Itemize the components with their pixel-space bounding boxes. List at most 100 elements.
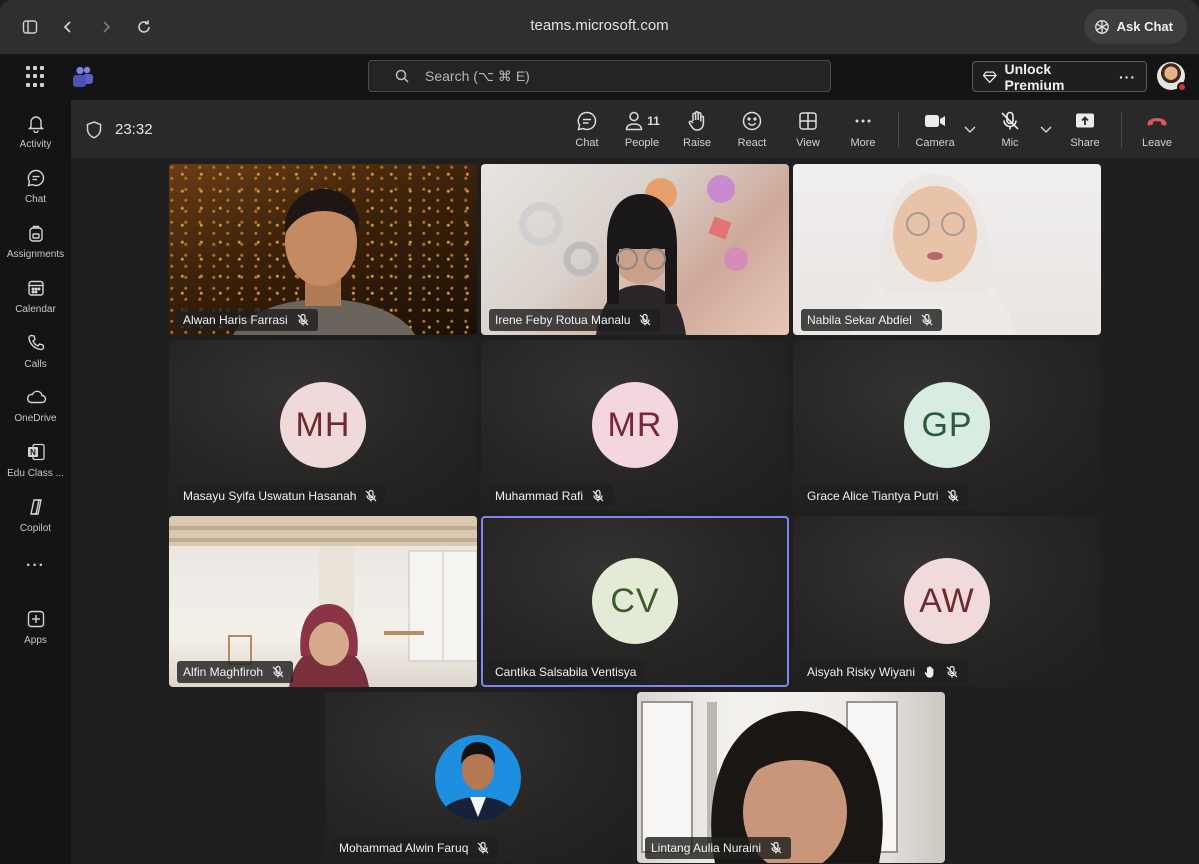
plus-square-icon (24, 607, 48, 631)
backpack-icon (24, 221, 48, 245)
ask-chat-button[interactable]: Ask Chat (1083, 9, 1187, 44)
presence-busy-icon (1177, 82, 1187, 92)
participant-tile[interactable]: Mohammad Alwin Faruq (325, 692, 633, 863)
reload-icon[interactable] (131, 14, 157, 40)
rail-item-calls[interactable]: Calls (0, 325, 71, 377)
participant-name: Muhammad Rafi (495, 489, 584, 503)
rail-item-copilot[interactable]: Copilot (0, 489, 71, 541)
rail-item-assignments[interactable]: Assignments (0, 215, 71, 267)
participant-name: Alwan Haris Farrasi (183, 313, 288, 327)
participant-tile[interactable]: Alwan Haris Farrasi (169, 164, 477, 335)
mic-off-icon (946, 665, 958, 678)
participant-initials-avatar: CV (592, 558, 678, 644)
user-avatar[interactable] (1157, 62, 1187, 92)
mic-off-icon (639, 313, 651, 326)
participant-tile[interactable]: Irene Feby Rotua Manalu (481, 164, 789, 335)
premium-more-icon[interactable]: ··· (1119, 69, 1136, 85)
participant-initials-avatar: AW (904, 558, 990, 644)
participant-tile[interactable]: Lintang Aulia Nuraini (637, 692, 945, 863)
rail-item-edu-class[interactable]: N Edu Class ... (0, 434, 71, 486)
react-label: React (737, 137, 767, 149)
share-button[interactable]: Share (1057, 108, 1113, 154)
rail-item-onedrive[interactable]: OneDrive (0, 379, 71, 431)
forward-icon[interactable] (93, 14, 119, 40)
participant-name-tag: Alfin Maghfiroh (177, 661, 294, 683)
people-label: People (624, 137, 660, 149)
mic-options-chevron-down-icon[interactable] (1039, 122, 1053, 136)
rail-item-apps[interactable]: Apps (0, 601, 71, 653)
share-label: Share (1070, 137, 1100, 149)
shield-icon[interactable] (84, 120, 104, 140)
svg-text:N: N (30, 448, 36, 457)
calendar-icon (24, 276, 48, 300)
rail-label: Assignments (6, 249, 65, 260)
browser-toolbar: teams.microsoft.com Ask Chat (0, 0, 1199, 54)
more-button[interactable]: More (835, 108, 891, 154)
address-bar[interactable]: teams.microsoft.com (530, 17, 668, 34)
sidebar-toggle-icon[interactable] (17, 14, 43, 40)
leave-button[interactable]: Leave (1129, 108, 1185, 154)
participant-tile[interactable]: GP Grace Alice Tiantya Putri (793, 340, 1101, 511)
participant-initials-avatar: GP (904, 382, 990, 468)
rail-item-activity[interactable]: Activity (0, 105, 71, 157)
premium-label: Unlock Premium (1004, 60, 1065, 93)
mic-off-icon (592, 489, 604, 502)
search-input[interactable]: Search (⌥ ⌘ E) (368, 60, 831, 92)
participant-name: Lintang Aulia Nuraini (651, 841, 762, 855)
openai-icon (1094, 19, 1109, 34)
participant-tile[interactable]: Nabila Sekar Abdiel (793, 164, 1101, 335)
people-button[interactable]: 11 People (614, 108, 670, 154)
unlock-premium-button[interactable]: Unlock Premium ··· (972, 60, 1147, 93)
app-launcher-icon[interactable] (26, 66, 48, 88)
hand-raised-icon (924, 666, 934, 678)
person-icon (625, 111, 643, 131)
rail-label: OneDrive (14, 413, 57, 424)
participant-name: Grace Alice Tiantya Putri (807, 489, 939, 503)
participant-tile-speaking[interactable]: CV Cantika Salsabila Ventisya (481, 516, 789, 687)
participant-tile[interactable]: MH Masayu Syifa Uswatun Hasanah (169, 340, 477, 511)
mic-off-icon (770, 841, 782, 854)
video-camera-icon (923, 108, 947, 134)
participant-name-tag: Alwan Haris Farrasi (177, 309, 318, 331)
participant-name: Nabila Sekar Abdiel (807, 313, 912, 327)
participant-tile[interactable]: AW Aisyah Risky Wiyani (793, 516, 1101, 687)
camera-button[interactable]: Camera (907, 108, 963, 154)
raise-hand-button[interactable]: Raise (669, 108, 725, 154)
leave-label: Leave (1142, 137, 1172, 149)
diamond-icon (983, 71, 997, 83)
mic-button[interactable]: Mic (982, 108, 1038, 154)
rail-label: Chat (24, 194, 47, 205)
rail-label: Apps (24, 635, 47, 646)
hang-up-icon (1145, 108, 1169, 134)
back-icon[interactable] (55, 14, 81, 40)
participant-tile[interactable]: Alfin Maghfiroh (169, 516, 477, 687)
hand-icon (686, 108, 708, 134)
mic-off-icon (272, 665, 284, 678)
rail-item-calendar[interactable]: Calendar (0, 270, 71, 322)
participant-name-tag: Mohammad Alwin Faruq (333, 837, 499, 859)
react-button[interactable]: React (724, 108, 780, 154)
participant-name-tag: Lintang Aulia Nuraini (645, 837, 792, 859)
chat-button[interactable]: Chat (559, 108, 615, 154)
participant-name-tag: Nabila Sekar Abdiel (801, 309, 942, 331)
view-label: View (796, 137, 820, 149)
camera-options-chevron-down-icon[interactable] (963, 122, 977, 136)
toolbar-divider (898, 112, 899, 148)
smiley-icon (741, 108, 763, 134)
search-icon (395, 69, 409, 83)
rail-item-chat[interactable]: Chat (0, 160, 71, 212)
app-rail: Activity Chat Assignments Calendar Calls… (0, 100, 71, 864)
mic-label: Mic (1001, 137, 1019, 149)
more-icon: ··· (26, 557, 45, 574)
bell-icon (24, 111, 48, 135)
participant-name-tag: Masayu Syifa Uswatun Hasanah (177, 485, 387, 507)
view-button[interactable]: View (780, 108, 836, 154)
rail-more-button[interactable]: ··· (0, 555, 71, 581)
participant-tile[interactable]: MR Muhammad Rafi (481, 340, 789, 511)
teams-header: Search (⌥ ⌘ E) Unlock Premium ··· (0, 54, 1199, 100)
toolbar-divider (1121, 112, 1122, 148)
mic-off-icon (947, 489, 959, 502)
search-placeholder: Search (⌥ ⌘ E) (425, 67, 530, 84)
teams-logo-icon (73, 66, 93, 87)
more-dots-icon (852, 108, 874, 134)
